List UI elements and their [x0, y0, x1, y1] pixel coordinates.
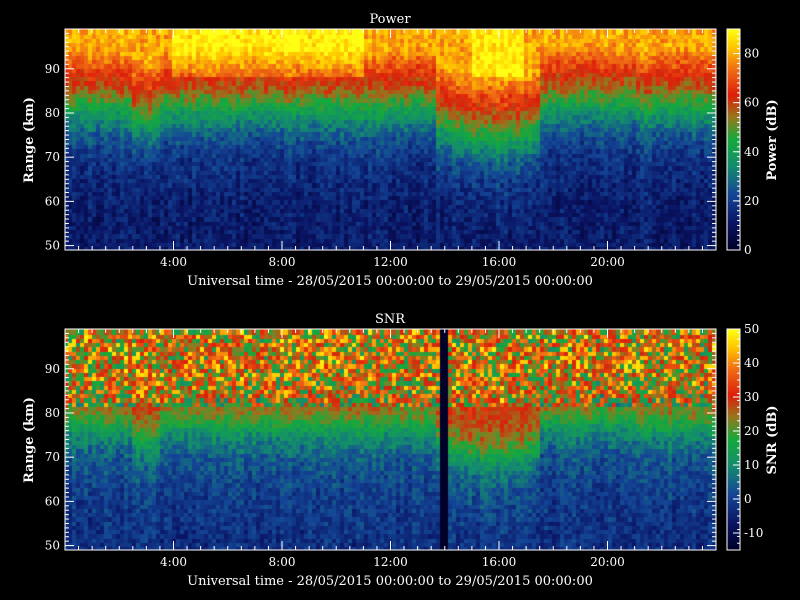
y-tick-label: 90: [45, 62, 60, 76]
y-tick-label: 60: [45, 194, 60, 208]
colorbar-tick-label: 40: [744, 145, 759, 159]
snr-colorbar: [727, 329, 740, 550]
colorbar-tick-label: 50: [744, 322, 759, 336]
x-tick-label: 8:00: [269, 255, 296, 269]
y-tick-label: 50: [45, 239, 60, 253]
y-tick-label: 80: [45, 406, 60, 420]
colorbar-tick-label: 0: [744, 492, 752, 506]
y-tick-label: 70: [45, 150, 60, 164]
power-ylabel: Range (km): [22, 97, 37, 183]
colorbar-tick-label: 80: [744, 47, 759, 61]
x-tick-label: 16:00: [482, 255, 517, 269]
colorbar-tick-label: 20: [744, 424, 759, 438]
power-colorbar: [727, 29, 740, 250]
power-xlabel: Universal time - 28/05/2015 00:00:00 to …: [187, 274, 593, 289]
power-colorbar-label: Power (dB): [765, 99, 780, 180]
colorbar-tick-label: 0: [744, 243, 752, 257]
power-title: Power: [369, 12, 411, 27]
snr-panel: SNR 4:00 8:00 12:00 16:00 20:00 50 60 70 80 90 Un…: [22, 312, 780, 589]
power-panel: Power 4:00 8:00 12:00 16:00 20:005060708090 …: [22, 12, 780, 289]
x-tick-label: 12:00: [373, 555, 408, 569]
power-heatmap: [65, 29, 716, 250]
y-tick-label: 70: [45, 450, 60, 464]
colorbar-tick-label: 30: [744, 390, 759, 404]
snr-heatmap: [65, 329, 716, 550]
x-tick-label: 20:00: [590, 255, 625, 269]
y-tick-label: 50: [45, 539, 60, 553]
snr-ylabel: Range (km): [22, 397, 37, 483]
snr-xlabel: Universal time - 28/05/2015 00:00:00 to …: [187, 574, 593, 589]
y-tick-label: 60: [45, 494, 60, 508]
snr-title: SNR: [375, 312, 406, 327]
x-tick-label: 20:00: [590, 555, 625, 569]
colorbar-tick-label: 40: [744, 356, 759, 370]
x-tick-label: 8:00: [269, 555, 296, 569]
snr-colorbar-label: SNR (dB): [765, 406, 780, 475]
y-tick-label: 80: [45, 106, 60, 120]
x-tick-label: 12:00: [373, 255, 408, 269]
x-tick-label: 4:00: [160, 555, 187, 569]
colorbar-tick-label: -10: [744, 526, 763, 540]
colorbar-tick-label: 10: [744, 458, 759, 472]
x-tick-label: 16:00: [482, 555, 517, 569]
colorbar-tick-label: 20: [744, 194, 759, 208]
figure: Power 4:00 8:00 12:00 16:00 20:005060708090 …: [22, 12, 780, 589]
colorbar-tick-label: 60: [744, 96, 759, 110]
x-tick-label: 4:00: [160, 255, 187, 269]
y-tick-label: 90: [45, 362, 60, 376]
